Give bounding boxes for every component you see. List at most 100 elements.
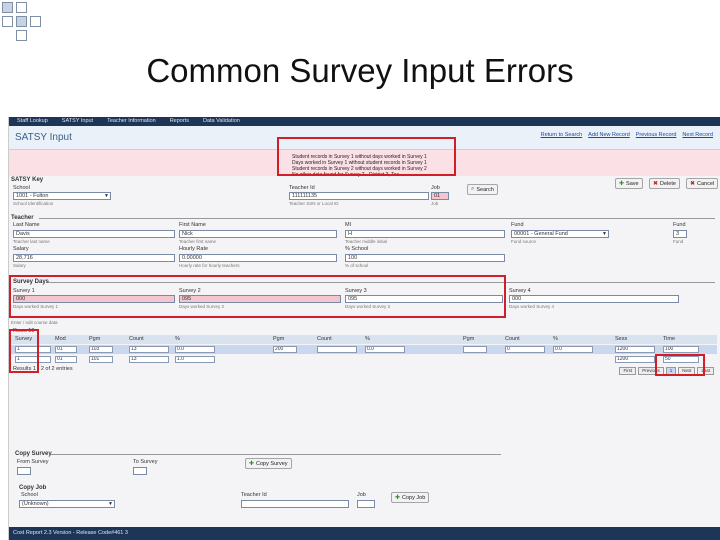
- col-header[interactable]: Sess: [615, 336, 627, 342]
- col-header[interactable]: Pgm: [463, 336, 474, 342]
- copy-job-teacher-id-input[interactable]: [241, 500, 349, 508]
- table-cell[interactable]: 01: [55, 346, 77, 353]
- section-satsy-key: SATSY Key: [11, 177, 44, 183]
- cancel-icon: ✖: [690, 181, 696, 187]
- copy-icon: ✚: [249, 461, 255, 467]
- pct-school-input[interactable]: 100: [345, 254, 505, 262]
- pager-first[interactable]: First: [619, 367, 637, 375]
- table-row[interactable]: 1 01 103 13 0.0 200 0.0 0 0.0 1200 100: [11, 345, 717, 354]
- section-teacher: Teacher: [11, 215, 34, 221]
- next-record-link[interactable]: Next Record: [682, 132, 713, 138]
- table-row[interactable]: 1 01 101 13 1.0 1200 50: [11, 355, 717, 364]
- table-cell[interactable]: 1200: [615, 346, 655, 353]
- copy-job-teacher-id-label: Teacher Id: [241, 492, 267, 498]
- col-header[interactable]: Mod: [55, 336, 66, 342]
- table-cell[interactable]: 0.0: [553, 346, 593, 353]
- delete-button[interactable]: ✖ Delete: [649, 178, 680, 189]
- survey4-input[interactable]: 000: [509, 295, 679, 303]
- to-survey-label: To Survey: [133, 459, 158, 465]
- slide-title: Common Survey Input Errors: [146, 52, 574, 89]
- divider: [39, 218, 715, 219]
- nav-tab-staff-lookup[interactable]: Staff Lookup: [11, 117, 54, 126]
- divider: [51, 454, 501, 455]
- teacher-id-label: Teacher Id: [289, 185, 315, 191]
- fund-select[interactable]: 00001 - General Fund ▼: [511, 230, 609, 238]
- copy-survey-button[interactable]: ✚ Copy Survey: [245, 458, 292, 469]
- nav-tab-reports[interactable]: Reports: [164, 117, 195, 126]
- table-cell[interactable]: [463, 346, 487, 353]
- col-header[interactable]: Pgm: [273, 336, 284, 342]
- save-button[interactable]: ✚ Save: [615, 178, 643, 189]
- col-header[interactable]: Pgm: [89, 336, 100, 342]
- return-to-search-link[interactable]: Return to Search: [541, 132, 583, 138]
- add-new-record-link[interactable]: Add New Record: [588, 132, 630, 138]
- col-header[interactable]: %: [175, 336, 180, 342]
- cancel-button[interactable]: ✖ Cancel: [686, 178, 719, 189]
- table-cell[interactable]: 100: [663, 346, 699, 353]
- table-cell[interactable]: 01: [55, 356, 77, 363]
- school-label: School: [13, 185, 30, 191]
- last-name-input[interactable]: Davis: [13, 230, 175, 238]
- col-header[interactable]: %: [553, 336, 558, 342]
- mi-hint: Teacher middle initial: [345, 239, 388, 244]
- mi-label: MI: [345, 222, 352, 228]
- hourly-rate-input[interactable]: 0.00000: [179, 254, 337, 262]
- table-cell[interactable]: 1200: [615, 356, 655, 363]
- copy-job-button[interactable]: ✚ Copy Job: [391, 492, 430, 503]
- hourly-rate-hint: Hourly rate for hourly teachers: [179, 263, 240, 268]
- table-cell[interactable]: [317, 346, 357, 353]
- search-icon: ⌕: [471, 186, 475, 192]
- fund-code-input[interactable]: 3: [673, 230, 687, 238]
- page-title: SATSY Input: [15, 132, 72, 143]
- nav-tab-teacher-info[interactable]: Teacher Information: [101, 117, 162, 126]
- fund-hint: Fund source: [511, 239, 537, 244]
- section-copy-survey: Copy Survey: [15, 451, 52, 457]
- salary-input[interactable]: 28,716: [13, 254, 175, 262]
- last-name-hint: Teacher last name: [13, 239, 50, 244]
- salary-hint: Salary: [13, 263, 26, 268]
- chevron-down-icon: ▼: [602, 231, 607, 237]
- col-header[interactable]: Count: [317, 336, 332, 342]
- col-header[interactable]: %: [365, 336, 370, 342]
- col-header[interactable]: Count: [505, 336, 520, 342]
- first-name-input[interactable]: Nick: [179, 230, 337, 238]
- fund-label: Fund: [511, 222, 524, 228]
- time-column-highlight-box: [655, 354, 705, 376]
- job-input[interactable]: 01: [431, 192, 449, 200]
- copy-job-job-label: Job: [357, 492, 366, 498]
- to-survey-input[interactable]: [133, 467, 147, 475]
- school-hint: School Identification: [13, 201, 54, 206]
- table-cell[interactable]: 1.0: [175, 356, 215, 363]
- table-cell[interactable]: 0.0: [365, 346, 405, 353]
- table-cell[interactable]: 13: [129, 356, 169, 363]
- error-highlight-box: [277, 137, 456, 176]
- top-nav: Staff Lookup SATSY Input Teacher Informa…: [9, 117, 720, 126]
- school-select[interactable]: 1001 - Fulton ▼: [13, 192, 111, 200]
- pct-school-hint: % of school: [345, 263, 369, 268]
- from-survey-input[interactable]: [17, 467, 31, 475]
- col-header[interactable]: Time: [663, 336, 675, 342]
- table-cell[interactable]: 13: [129, 346, 169, 353]
- table-cell[interactable]: 103: [89, 346, 113, 353]
- section-copy-job: Copy Job: [19, 485, 47, 491]
- chevron-down-icon: ▼: [104, 193, 109, 199]
- copy-job-school-select[interactable]: (Unknown) ▼: [19, 500, 115, 508]
- nav-tab-satsy-input[interactable]: SATSY Input: [56, 117, 99, 126]
- table-cell[interactable]: 101: [89, 356, 113, 363]
- mi-input[interactable]: H: [345, 230, 505, 238]
- table-cell[interactable]: 200: [273, 346, 297, 353]
- grid-header: Survey Mod Pgm Count % Pgm Count % Pgm C…: [11, 335, 717, 344]
- table-cell[interactable]: 0: [505, 346, 545, 353]
- previous-record-link[interactable]: Previous Record: [636, 132, 677, 138]
- survey-days-highlight-box: [9, 275, 506, 318]
- fund-code-label: Fund: [673, 222, 686, 228]
- copy-job-job-input[interactable]: [357, 500, 375, 508]
- col-header[interactable]: Count: [129, 336, 144, 342]
- app-screenshot: Staff Lookup SATSY Input Teacher Informa…: [8, 117, 720, 540]
- search-button[interactable]: ⌕ Search: [467, 184, 498, 195]
- table-cell[interactable]: 0.0: [175, 346, 215, 353]
- survey4-hint: Days worked Survey 4: [509, 304, 555, 309]
- grid-subheading: Enter / edit course data: [11, 320, 58, 325]
- nav-tab-data-validation[interactable]: Data Validation: [197, 117, 246, 126]
- teacher-id-input[interactable]: 111111135: [289, 192, 429, 200]
